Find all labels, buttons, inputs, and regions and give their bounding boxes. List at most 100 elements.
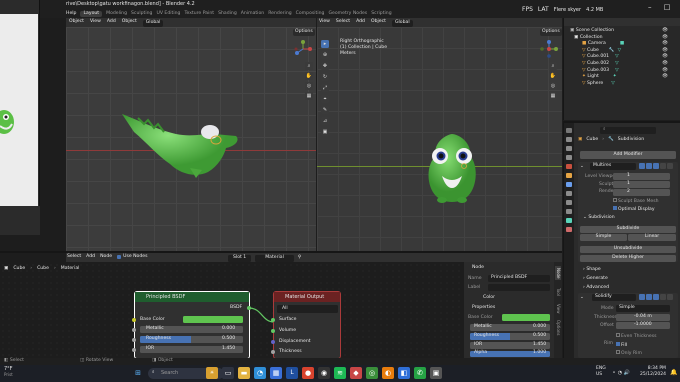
pan-icon[interactable]: ✋ bbox=[549, 72, 557, 80]
mode-dropdown[interactable]: Simple bbox=[616, 305, 670, 312]
tool-tab-icon[interactable] bbox=[566, 128, 572, 133]
workspace-tab[interactable]: Rendering bbox=[268, 11, 291, 17]
annotate-icon[interactable]: ✎ bbox=[321, 106, 329, 114]
viewport-toggle-icon[interactable] bbox=[646, 294, 652, 300]
displacement-socket[interactable] bbox=[271, 340, 275, 344]
scene-tab-icon[interactable] bbox=[566, 155, 572, 160]
windows-start-icon[interactable]: ⊞ bbox=[132, 367, 144, 379]
left-options-button[interactable]: Options bbox=[293, 29, 315, 36]
menu-select[interactable]: Select bbox=[67, 254, 81, 260]
sculpt-level-field[interactable]: 1 bbox=[613, 181, 670, 188]
shape-section-header[interactable]: › Shape bbox=[583, 267, 601, 273]
outliner-item[interactable]: ■ Camera ■ bbox=[570, 41, 624, 47]
add-cube-icon[interactable]: ▣ bbox=[321, 128, 329, 136]
task-view-icon[interactable]: ▭ bbox=[222, 367, 234, 379]
crocodile-front-model[interactable] bbox=[424, 132, 480, 206]
eye-icon[interactable]: 👁 bbox=[662, 75, 668, 80]
edge-icon[interactable]: ◔ bbox=[254, 367, 266, 379]
subdivide-button[interactable]: Subdivide bbox=[580, 226, 676, 233]
base-color-socket[interactable] bbox=[132, 318, 136, 322]
linear-button[interactable]: Linear bbox=[628, 234, 676, 241]
modifier-tab-icon[interactable] bbox=[566, 182, 572, 187]
ior-socket[interactable] bbox=[132, 348, 136, 352]
camera-icon[interactable]: ◎ bbox=[305, 82, 313, 90]
transform-orientation[interactable]: Global bbox=[391, 20, 413, 27]
node-label-field[interactable] bbox=[488, 284, 550, 291]
menu-select[interactable]: Select bbox=[336, 19, 350, 27]
app-icon[interactable]: ◧ bbox=[398, 367, 410, 379]
world-tab-icon[interactable] bbox=[566, 164, 572, 169]
fill-checkbox[interactable]: Fill bbox=[616, 342, 627, 349]
outliner-item[interactable]: ▽ Sphere ▽ bbox=[570, 81, 624, 87]
generate-section-header[interactable]: › Generate bbox=[583, 276, 608, 282]
particles-tab-icon[interactable] bbox=[566, 191, 572, 196]
dropdown-icon[interactable] bbox=[660, 294, 666, 300]
workspace-tab[interactable]: Shading bbox=[218, 11, 237, 17]
widget-icon[interactable]: ☀ bbox=[206, 367, 218, 379]
sidebar-tab-node[interactable]: Node bbox=[555, 266, 561, 281]
advanced-section-header[interactable]: › Advanced bbox=[583, 285, 609, 291]
notification-bell-icon[interactable]: 🔔 bbox=[670, 370, 677, 376]
close-icon[interactable] bbox=[667, 294, 673, 300]
whatsapp-icon[interactable]: ✆ bbox=[414, 367, 426, 379]
outliner-scene-collection[interactable]: ▣ Scene Collection bbox=[570, 28, 624, 34]
mode-object[interactable]: Object bbox=[69, 19, 84, 27]
outliner-item[interactable]: ▽ Cube.002 ▽ bbox=[570, 61, 624, 67]
eye-icon[interactable]: 👁 bbox=[662, 42, 668, 47]
outliner-item[interactable]: ▣ Collection bbox=[570, 35, 624, 41]
even-thickness-checkbox[interactable]: Even Thickness bbox=[616, 333, 657, 340]
menu-help[interactable]: Help bbox=[66, 11, 76, 17]
physics-tab-icon[interactable] bbox=[566, 200, 572, 205]
move-icon[interactable]: ✥ bbox=[321, 62, 329, 70]
color-section-header[interactable]: Color bbox=[483, 295, 495, 301]
render-tab-icon[interactable] bbox=[566, 137, 572, 142]
thickness-socket[interactable] bbox=[271, 350, 275, 354]
material-tab-icon[interactable] bbox=[566, 227, 572, 232]
zoom-icon[interactable]: ⌕ bbox=[305, 62, 313, 70]
workspace-tab[interactable]: Texture Paint bbox=[184, 11, 214, 17]
tab-layout[interactable]: Layout bbox=[80, 10, 103, 18]
delete-higher-button[interactable]: Delete Higher bbox=[580, 255, 676, 262]
simple-button[interactable]: Simple bbox=[580, 234, 627, 241]
close-icon[interactable] bbox=[667, 163, 673, 169]
unsubdivide-button[interactable]: Unsubdivide bbox=[580, 246, 676, 253]
right-options-button[interactable]: Options bbox=[540, 29, 562, 36]
properties-section-header[interactable]: Properties bbox=[472, 305, 495, 311]
camera-icon[interactable]: ◎ bbox=[549, 82, 557, 90]
eye-icon[interactable]: 👁 bbox=[662, 55, 668, 60]
zoom-icon[interactable]: ⌕ bbox=[549, 62, 557, 70]
crocodile-side-model[interactable] bbox=[118, 112, 240, 184]
render-toggle-icon[interactable] bbox=[653, 294, 659, 300]
slot-dropdown[interactable]: Slot 1 bbox=[228, 255, 252, 262]
menu-add[interactable]: Add bbox=[86, 254, 95, 260]
outliner-item[interactable]: ▽ Cube 🔧 ▽ bbox=[570, 48, 624, 54]
grid-icon[interactable]: ▦ bbox=[305, 92, 313, 100]
blender-icon[interactable]: ◐ bbox=[382, 367, 394, 379]
offset-field[interactable]: -1.0000 bbox=[616, 322, 670, 329]
render-toggle-icon[interactable] bbox=[653, 163, 659, 169]
output-tab-icon[interactable] bbox=[566, 146, 572, 151]
add-modifier-button[interactable]: Add Modifier bbox=[580, 151, 676, 159]
solidify-collapse-icon[interactable]: ⌄ bbox=[580, 295, 584, 301]
pan-icon[interactable]: ✋ bbox=[305, 72, 313, 80]
metallic-socket[interactable] bbox=[132, 328, 136, 332]
eye-icon[interactable]: 👁 bbox=[662, 61, 668, 67]
app-icon[interactable]: ◆ bbox=[350, 367, 362, 379]
data-tab-icon[interactable] bbox=[566, 218, 572, 223]
roughness-socket[interactable] bbox=[132, 338, 136, 342]
workspace-tab[interactable]: Scripting bbox=[371, 11, 391, 17]
menu-view[interactable]: View bbox=[90, 19, 101, 27]
workspace-tab[interactable]: Geometry Nodes bbox=[328, 11, 367, 17]
menu-add[interactable]: Add bbox=[356, 19, 365, 27]
window-controls[interactable]: – □ ✕ bbox=[648, 4, 680, 11]
transform-orientation[interactable]: Global bbox=[142, 20, 164, 27]
clock[interactable]: 8:34 PM 25/12/2024 bbox=[640, 366, 666, 377]
object-tab-icon[interactable] bbox=[566, 173, 572, 178]
sidebar-tab-tool[interactable]: Tool bbox=[555, 286, 561, 298]
optimal-display-checkbox[interactable]: Optimal Display bbox=[613, 206, 655, 213]
workspace-tab[interactable]: Animation bbox=[241, 11, 264, 17]
material-dropdown[interactable]: Material bbox=[255, 255, 294, 262]
surface-socket[interactable] bbox=[271, 318, 275, 322]
eye-icon[interactable]: 👁 bbox=[662, 35, 668, 41]
outliner-item[interactable]: ▽ Cube.003 ▽ bbox=[570, 68, 624, 74]
